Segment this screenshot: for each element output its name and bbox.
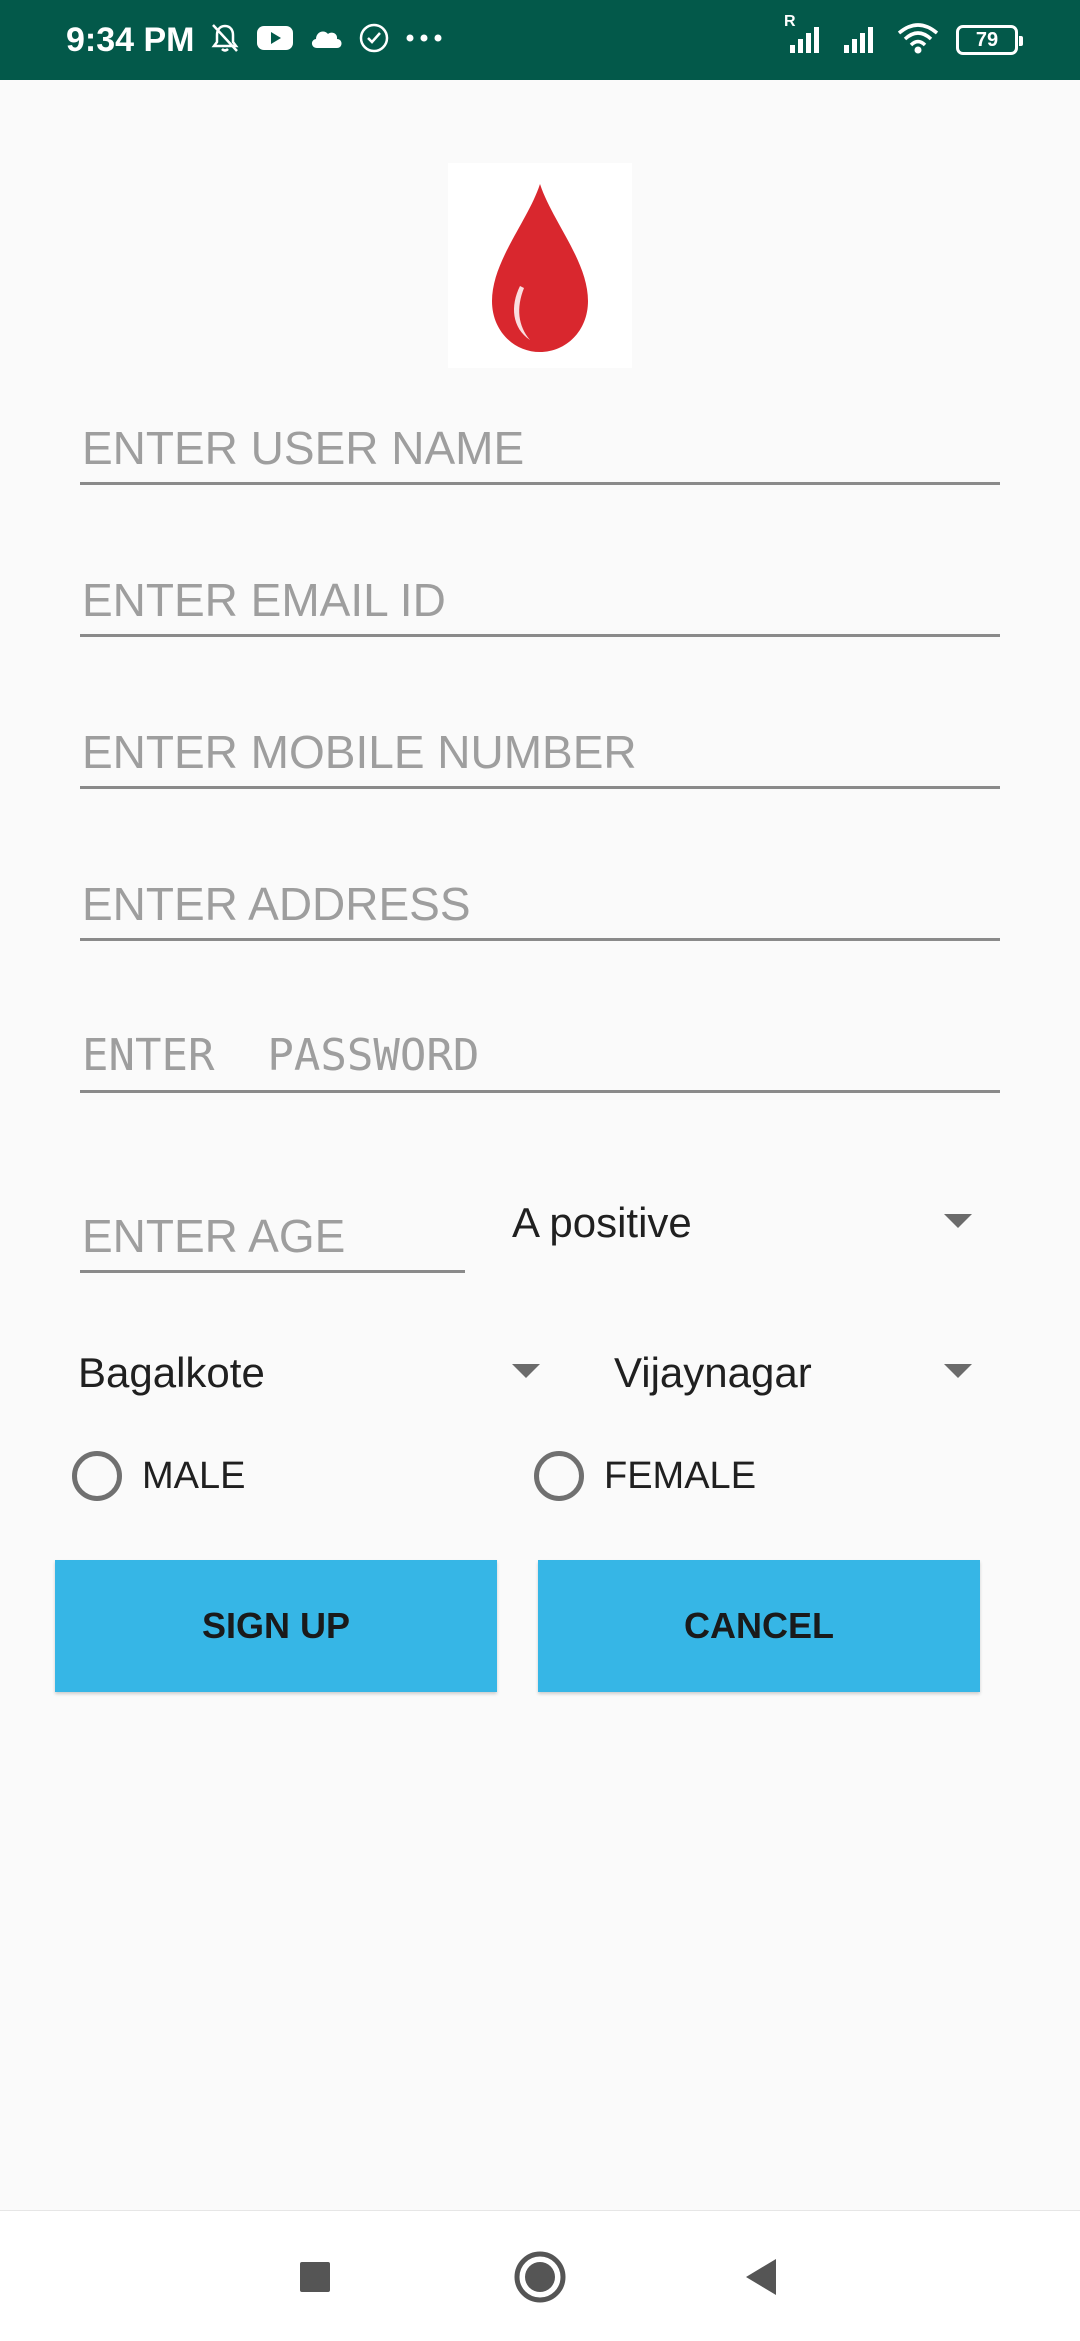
status-icons-right: R 79 (784, 13, 1023, 60)
cancel-button[interactable]: CANCEL (538, 1560, 980, 1692)
radio-male-label: MALE (142, 1454, 246, 1497)
mobile-placeholder: ENTER MOBILE NUMBER (82, 726, 637, 778)
check-circle-icon (358, 22, 390, 59)
radio-circle-icon[interactable] (534, 1451, 584, 1501)
status-icons-left (208, 22, 444, 58)
wifi-icon (896, 21, 940, 60)
username-placeholder: ENTER USER NAME (82, 422, 525, 474)
blood-group-spinner[interactable]: A positive (512, 1192, 982, 1252)
city-value: Vijaynagar (614, 1349, 812, 1396)
radio-circle-icon[interactable] (72, 1451, 122, 1501)
email-placeholder: ENTER EMAIL ID (82, 574, 446, 626)
mobile-field[interactable]: ENTER MOBILE NUMBER (80, 726, 1000, 789)
bell-muted-icon (208, 21, 242, 60)
status-time: 9:34 PM (66, 21, 195, 59)
password-field[interactable]: ENTER PASSWORD (80, 1030, 1000, 1093)
age-placeholder: ENTER AGE (82, 1210, 346, 1262)
radio-male[interactable]: MALE (72, 1446, 245, 1506)
recents-square-icon[interactable] (283, 2245, 347, 2309)
battery-level: 79 (975, 28, 999, 51)
district-spinner[interactable]: Bagalkote (78, 1342, 548, 1402)
address-field[interactable]: ENTER ADDRESS (80, 878, 1000, 941)
cloud-icon (308, 25, 344, 56)
status-bar: 9:34 PM R 79 (0, 0, 1080, 80)
email-field[interactable]: ENTER EMAIL ID (80, 574, 1000, 637)
signup-button[interactable]: SIGN UP (55, 1560, 497, 1692)
signal-roaming-icon: R (784, 13, 824, 60)
password-placeholder: ENTER PASSWORD (82, 1030, 480, 1081)
more-dots-icon (404, 31, 444, 49)
district-value: Bagalkote (78, 1349, 265, 1396)
youtube-icon (256, 23, 294, 58)
address-placeholder: ENTER ADDRESS (82, 878, 471, 930)
city-spinner[interactable]: Vijaynagar (614, 1342, 984, 1402)
username-field[interactable]: ENTER USER NAME (80, 422, 1000, 485)
blood-drop-icon (492, 183, 588, 352)
home-circle-icon[interactable] (508, 2245, 572, 2309)
dropdown-arrow-icon (512, 1364, 540, 1378)
navigation-bar (0, 2210, 1080, 2341)
back-triangle-icon[interactable] (730, 2245, 794, 2309)
dropdown-arrow-icon (944, 1214, 972, 1228)
signal-icon (840, 21, 880, 60)
radio-female-label: FEMALE (604, 1454, 757, 1497)
radio-female[interactable]: FEMALE (534, 1446, 756, 1506)
roaming-label: R (784, 12, 796, 30)
dropdown-arrow-icon (944, 1364, 972, 1378)
blood-group-value: A positive (512, 1199, 692, 1246)
app-logo (448, 163, 632, 368)
age-field[interactable]: ENTER AGE (80, 1210, 465, 1273)
battery-icon: 79 (956, 25, 1023, 55)
